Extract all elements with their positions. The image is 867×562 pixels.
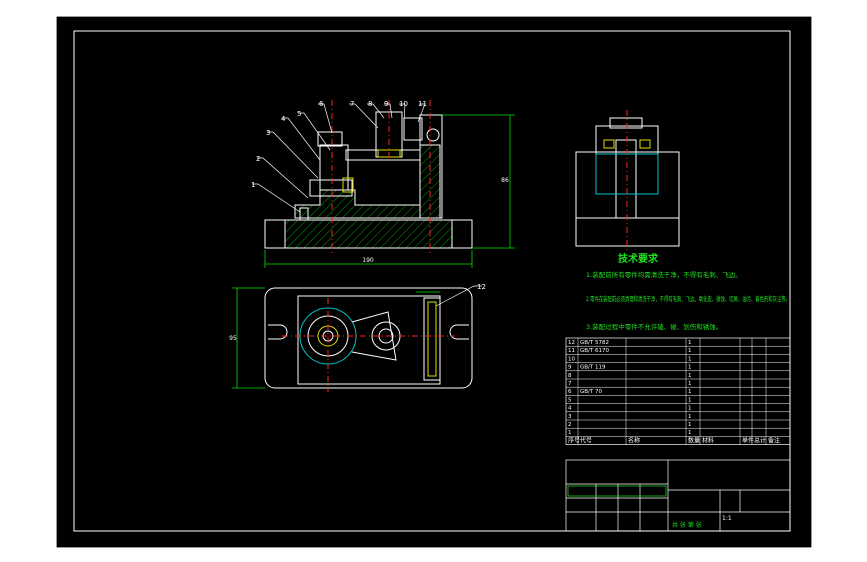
title-sheet: 共 张 第 张 xyxy=(672,521,702,529)
bom-cell: 1 xyxy=(688,389,692,395)
balloon-1: 1 xyxy=(251,181,255,189)
bom-header: 数量 xyxy=(688,437,700,445)
bom-cell: 5 xyxy=(568,397,572,403)
balloon-8: 8 xyxy=(368,100,372,108)
notes-title: 技术要求 xyxy=(618,252,659,265)
bom-cell: 1 xyxy=(688,397,692,403)
bom-cell: 12 xyxy=(568,340,575,346)
bom-cell: 1 xyxy=(688,422,692,428)
bom-header: 材料 xyxy=(702,437,714,445)
dim-top-depth: 95 xyxy=(229,335,237,342)
bom-cell: 1 xyxy=(688,430,692,436)
bom-header: 备注 xyxy=(768,437,780,445)
bom-cell: 8 xyxy=(568,373,572,379)
bom-cell: 2 xyxy=(568,422,572,428)
bom-header: 名称 xyxy=(628,437,640,445)
dim-front-width: 190 xyxy=(362,257,374,264)
bom-cell: 7 xyxy=(568,381,572,387)
bom-cell: GB/T 5782 xyxy=(580,340,609,346)
bom-cell: 11 xyxy=(568,348,575,354)
cad-drawing: 190 86 1 2 3 4 5 6 7 8 9 10 11 12 95 技术要… xyxy=(0,0,867,562)
bom-cell: 9 xyxy=(568,365,572,371)
bom-cell: 1 xyxy=(568,430,572,436)
balloon-5: 5 xyxy=(297,110,301,118)
balloon-11: 11 xyxy=(418,100,427,108)
bom-cell: 1 xyxy=(688,406,692,412)
bom-header: 代号 xyxy=(580,437,592,445)
bom-cell: 10 xyxy=(568,356,575,362)
title-scale: 1:1 xyxy=(722,515,732,522)
dim-front-height: 86 xyxy=(501,177,509,184)
notes-line-2: 2.零件在装配前必须清理和清洗干净，不得有毛刺、飞边、氧化皮、锈蚀、切屑、油污、… xyxy=(586,294,790,303)
bom-cell: 1 xyxy=(688,373,692,379)
balloon-9: 9 xyxy=(384,100,388,108)
bom-cell: 6 xyxy=(568,389,572,395)
bom-cell: 1 xyxy=(688,381,692,387)
balloon-4: 4 xyxy=(281,115,286,123)
balloon-2: 2 xyxy=(256,155,260,163)
bom-cell: 3 xyxy=(568,414,572,420)
bom-cell: 1 xyxy=(688,356,692,362)
bom-cell: 1 xyxy=(688,340,692,346)
bom-cell: 1 xyxy=(688,365,692,371)
bom-header: 总计 xyxy=(754,437,766,445)
bom-cell: 4 xyxy=(568,406,572,412)
balloon-12: 12 xyxy=(477,283,486,291)
balloon-7: 7 xyxy=(350,100,354,108)
bom-cell: 1 xyxy=(688,348,692,354)
bom-cell: 1 xyxy=(688,414,692,420)
sheet-outer-border xyxy=(55,15,813,549)
bom-cell: GB/T 6170 xyxy=(580,348,609,354)
base-hatch xyxy=(284,219,453,249)
balloon-10: 10 xyxy=(399,100,408,108)
notes-line-1: 1.装配前所有零件均需清洗干净，不得有毛刺、飞边。 xyxy=(586,270,742,279)
bom-cell: GB/T 70 xyxy=(580,389,602,395)
balloon-6: 6 xyxy=(319,100,324,108)
bom-header: 单件 xyxy=(742,437,754,445)
bom-cell: GB/T 119 xyxy=(580,365,606,371)
notes-line-3: 3.装配过程中零件不允许磕、碰、划伤和锈蚀。 xyxy=(586,322,722,331)
drawing-viewer: 190 86 1 2 3 4 5 6 7 8 9 10 11 12 95 技术要… xyxy=(0,0,867,562)
bom-header: 序号 xyxy=(568,437,580,445)
balloon-3: 3 xyxy=(266,129,270,137)
